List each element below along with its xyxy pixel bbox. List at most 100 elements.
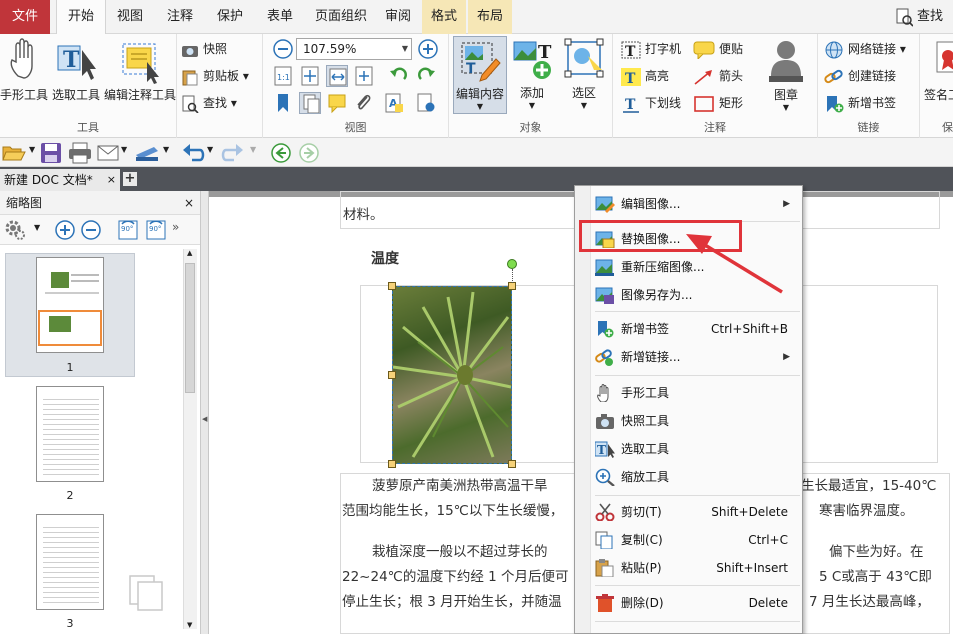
sign-button[interactable]: 签名工 (924, 36, 953, 103)
menu-item-paste[interactable]: 粘贴(P) Shift+Insert (575, 554, 802, 582)
chevron-down-icon[interactable]: ▼ (34, 223, 40, 232)
menu-item-delete[interactable]: 删除(D) Delete (575, 589, 802, 617)
search-box[interactable]: 查找(F) (893, 0, 953, 58)
tab-format[interactable]: 格式 (422, 0, 466, 34)
more-icon[interactable]: » (172, 220, 179, 234)
chevron-down-icon[interactable]: ▼ (207, 145, 213, 154)
chevron-down-icon[interactable]: ▼ (163, 145, 169, 154)
zoom-out-icon[interactable] (80, 219, 102, 241)
menu-item-new-link[interactable]: 新增链接... ▶ (575, 343, 802, 371)
gear-icon[interactable] (4, 219, 26, 241)
menu-item-copy[interactable]: 复制(C) Ctrl+C (575, 526, 802, 554)
rotate-left-thumb-button[interactable]: 90° (116, 218, 140, 242)
zoom-select[interactable]: 107.59% ▼ (296, 38, 412, 60)
rotate-right-icon[interactable] (415, 65, 437, 87)
doc-text-line: 材料。 (343, 207, 384, 223)
menu-item-cut[interactable]: 剪切(T) Shift+Delete (575, 498, 802, 526)
rotate-handle[interactable] (507, 259, 517, 269)
zoom-out-icon[interactable] (272, 38, 294, 60)
clipboard-button[interactable]: 剪贴板 ▾ (181, 65, 249, 87)
rectangle-button[interactable]: 矩形 (693, 92, 743, 114)
note-button[interactable]: 便贴 (693, 38, 743, 60)
tab-organize[interactable]: 页面组织 (308, 0, 374, 34)
resize-handle[interactable] (388, 371, 396, 379)
resize-handle[interactable] (508, 460, 516, 468)
add-button[interactable]: T 添加 ▼ (505, 36, 559, 110)
thumbnail-page-3[interactable] (36, 514, 104, 610)
zoom-in-icon[interactable] (417, 38, 439, 60)
scrollbar-thumb[interactable] (185, 263, 195, 393)
rotate-left-icon[interactable] (388, 65, 410, 87)
tab-file[interactable]: 文件 (0, 0, 50, 34)
selected-image[interactable] (392, 286, 512, 464)
attachment-icon[interactable] (353, 92, 375, 114)
comments-icon[interactable] (326, 92, 348, 114)
thumbnail-scrollbar[interactable]: ▲ ▼ (183, 249, 197, 629)
tab-protect[interactable]: 保护 (208, 0, 252, 34)
close-icon[interactable]: × (184, 191, 194, 215)
menu-item-new-bookmark[interactable]: 新增书签 Ctrl+Shift+B (575, 315, 802, 343)
close-icon[interactable]: × (107, 169, 116, 191)
select-tool-button[interactable]: T 选取工具 (50, 36, 102, 103)
menu-item-edit-image[interactable]: 编辑图像... ▶ (575, 190, 802, 218)
tab-form[interactable]: 表单 (258, 0, 302, 34)
edit-content-button[interactable]: T 编辑内容 ▼ (453, 36, 507, 114)
highlight-button[interactable]: T 高亮 (621, 65, 669, 87)
underline-button[interactable]: T 下划线 (621, 92, 681, 114)
undo-icon[interactable] (182, 142, 206, 164)
print-icon[interactable] (68, 142, 92, 164)
selection-button[interactable]: 选区 ▼ (557, 36, 611, 110)
scroll-down-icon[interactable]: ▼ (187, 621, 192, 629)
snapshot-button[interactable]: 快照 (181, 38, 227, 60)
chevron-down-icon[interactable]: ▼ (250, 145, 256, 154)
resize-handle[interactable] (508, 282, 516, 290)
menu-item-hand-tool[interactable]: 手形工具 (575, 379, 802, 407)
menu-item-snapshot-tool[interactable]: 快照工具 (575, 407, 802, 435)
email-icon[interactable] (97, 143, 119, 163)
tab-view[interactable]: 视图 (110, 0, 150, 34)
menu-item-select-tool[interactable]: T 选取工具 (575, 435, 802, 463)
tab-home[interactable]: 开始 (56, 0, 106, 35)
chevron-down-icon[interactable]: ▼ (121, 145, 127, 154)
rotate-right-thumb-button[interactable]: 90° (144, 218, 168, 242)
fit-page-icon[interactable] (299, 65, 321, 87)
scroll-up-icon[interactable]: ▲ (187, 249, 192, 257)
thumbnail-page-2[interactable] (36, 386, 104, 482)
hand-tool-button[interactable]: 手形工具 (0, 36, 48, 103)
layers-icon[interactable]: A (383, 92, 405, 114)
panel-splitter[interactable]: ◀ (201, 191, 209, 634)
fit-visible-icon[interactable] (353, 65, 375, 87)
document-tab[interactable]: 新建 DOC 文档* × (0, 169, 120, 191)
settings-doc-icon[interactable] (415, 92, 437, 114)
tab-layout[interactable]: 布局 (468, 0, 512, 34)
annot-tool-button[interactable]: 编辑注释工具 (103, 36, 177, 103)
thumbnail-page-1[interactable] (36, 257, 104, 353)
scanner-icon[interactable] (134, 143, 160, 163)
bookmark-icon[interactable] (272, 92, 294, 114)
menu-item-zoom-tool[interactable]: 缩放工具 (575, 463, 802, 491)
new-tab-button[interactable]: + (123, 172, 137, 186)
pages-icon[interactable] (299, 92, 321, 114)
tab-comment[interactable]: 注释 (158, 0, 202, 34)
find-button[interactable]: 查找 ▾ (181, 92, 237, 114)
chevron-down-icon[interactable]: ▼ (29, 145, 35, 154)
tab-review[interactable]: 审阅 (378, 0, 418, 34)
fit-width-icon[interactable] (326, 65, 348, 87)
web-link-button[interactable]: 网络链接 ▾ (824, 38, 906, 60)
resize-handle[interactable] (388, 282, 396, 290)
actual-size-icon[interactable]: 1:1 (272, 65, 294, 87)
open-folder-icon[interactable] (2, 142, 28, 164)
create-link-button[interactable]: 创建链接 (824, 65, 896, 87)
collapse-icon[interactable]: ◀ (202, 415, 207, 423)
new-bookmark-button[interactable]: 新增书签 (824, 92, 896, 114)
save-icon[interactable] (40, 142, 62, 164)
arrow-button[interactable]: 箭头 (693, 65, 743, 87)
resize-handle[interactable] (388, 460, 396, 468)
redo-icon[interactable] (220, 142, 244, 164)
zoom-in-icon[interactable] (54, 219, 76, 241)
stamp-icon (769, 41, 803, 82)
prev-view-icon[interactable] (270, 142, 292, 164)
stamp-button[interactable]: 图章 ▼ (759, 36, 813, 112)
next-view-icon[interactable] (298, 142, 320, 164)
typewriter-button[interactable]: T 打字机 (621, 38, 681, 60)
